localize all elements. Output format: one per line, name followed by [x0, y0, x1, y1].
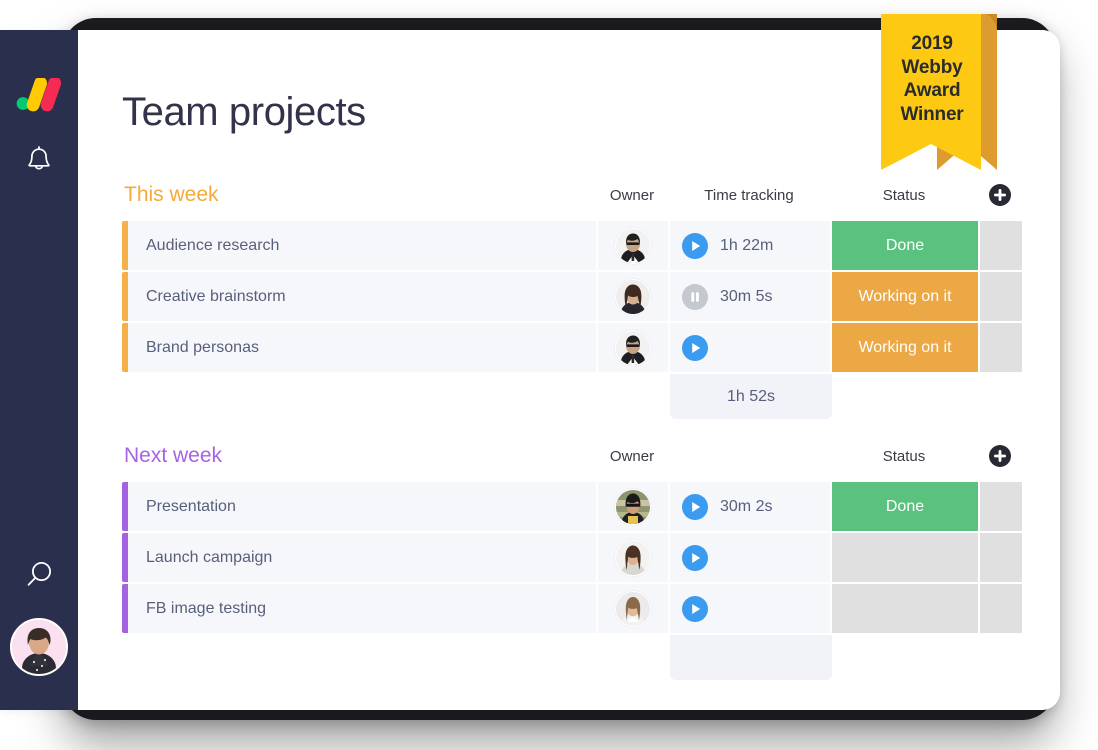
- row-extra-cell[interactable]: [980, 533, 1022, 582]
- table-row[interactable]: Audience research: [122, 221, 1022, 270]
- row-extra-cell[interactable]: [980, 323, 1022, 372]
- badge-line-winner: Winner: [877, 103, 987, 127]
- group-title-this-week[interactable]: This week: [122, 183, 596, 207]
- search-icon[interactable]: [22, 558, 56, 592]
- row-extra-cell[interactable]: [980, 584, 1022, 633]
- row-extra-cell[interactable]: [980, 482, 1022, 531]
- column-header-owner[interactable]: Owner: [596, 448, 668, 465]
- row-name-cell[interactable]: Creative brainstorm: [128, 272, 598, 321]
- row-time-value: 30m 5s: [720, 288, 772, 306]
- monday-logo-icon[interactable]: [16, 78, 62, 112]
- table-row[interactable]: Creative brainstorm: [122, 272, 1022, 321]
- notifications-bell-icon[interactable]: [22, 144, 56, 178]
- status-badge[interactable]: [832, 584, 980, 633]
- row-owner-cell[interactable]: [598, 323, 670, 372]
- group-title-next-week[interactable]: Next week: [122, 444, 596, 468]
- row-owner-cell[interactable]: [598, 272, 670, 321]
- badge-line-webby: Webby: [877, 56, 987, 80]
- row-time-cell[interactable]: [670, 533, 832, 582]
- row-name-cell[interactable]: Launch campaign: [128, 533, 598, 582]
- avatar[interactable]: [615, 591, 651, 627]
- column-header-status[interactable]: Status: [830, 448, 978, 465]
- table-row[interactable]: Presentation: [122, 482, 1022, 531]
- row-owner-cell[interactable]: [598, 221, 670, 270]
- group-summary-row: 1h 52s: [122, 374, 1022, 419]
- play-icon[interactable]: [682, 233, 708, 259]
- summary-rest-spacer: [832, 374, 1022, 419]
- row-time-value: 1h 22m: [720, 237, 773, 255]
- table-row[interactable]: Brand personas: [122, 323, 1022, 372]
- avatar[interactable]: [615, 279, 651, 315]
- row-time-cell[interactable]: [670, 584, 832, 633]
- left-sidebar: [0, 30, 78, 710]
- column-header-time-tracking[interactable]: Time tracking: [668, 187, 830, 204]
- avatar[interactable]: [615, 540, 651, 576]
- board-group-next-week: Next week Owner Status: [122, 439, 1022, 680]
- row-name-cell[interactable]: Brand personas: [128, 323, 598, 372]
- status-badge[interactable]: Done: [832, 482, 980, 531]
- play-icon[interactable]: [682, 545, 708, 571]
- column-header-status[interactable]: Status: [830, 187, 978, 204]
- group-header-row: This week Owner Time tracking Status: [122, 178, 1022, 212]
- webby-badge-text: 2019 Webby Award Winner: [877, 32, 987, 126]
- badge-line-year: 2019: [877, 32, 987, 56]
- avatar[interactable]: [615, 228, 651, 264]
- row-name-cell[interactable]: FB image testing: [128, 584, 598, 633]
- table-row[interactable]: FB image testing: [122, 584, 1022, 633]
- avatar[interactable]: [615, 330, 651, 366]
- board-group-this-week: This week Owner Time tracking Status: [122, 178, 1022, 419]
- time-total: [670, 635, 832, 680]
- badge-line-award: Award: [877, 79, 987, 103]
- time-total: 1h 52s: [670, 374, 832, 419]
- group-summary-row: [122, 635, 1022, 680]
- row-extra-cell[interactable]: [980, 221, 1022, 270]
- summary-owner-spacer: [598, 374, 670, 419]
- add-column-icon[interactable]: [989, 184, 1011, 206]
- status-badge[interactable]: [832, 533, 980, 582]
- play-icon[interactable]: [682, 494, 708, 520]
- row-name-cell[interactable]: Audience research: [128, 221, 598, 270]
- table-row[interactable]: Launch campaign: [122, 533, 1022, 582]
- row-time-value: 30m 2s: [720, 498, 772, 516]
- screenshot-root: Team projects This week Owner Time track…: [0, 0, 1098, 750]
- row-time-cell[interactable]: 30m 5s: [670, 272, 832, 321]
- group-header-row: Next week Owner Status: [122, 439, 1022, 473]
- avatar[interactable]: [10, 618, 68, 676]
- add-column-button[interactable]: [978, 184, 1022, 206]
- status-badge[interactable]: Working on it: [832, 272, 980, 321]
- status-badge[interactable]: Working on it: [832, 323, 980, 372]
- row-owner-cell[interactable]: [598, 584, 670, 633]
- add-column-icon[interactable]: [989, 445, 1011, 467]
- summary-spacer: [122, 635, 598, 680]
- avatar[interactable]: [615, 489, 651, 525]
- row-name-cell[interactable]: Presentation: [128, 482, 598, 531]
- row-time-cell[interactable]: [670, 323, 832, 372]
- play-icon[interactable]: [682, 596, 708, 622]
- row-owner-cell[interactable]: [598, 533, 670, 582]
- summary-spacer: [122, 374, 598, 419]
- row-time-cell[interactable]: 30m 2s: [670, 482, 832, 531]
- summary-owner-spacer: [598, 635, 670, 680]
- sidebar-bottom-group: [0, 558, 78, 676]
- summary-rest-spacer: [832, 635, 1022, 680]
- play-icon[interactable]: [682, 335, 708, 361]
- column-header-owner[interactable]: Owner: [596, 187, 668, 204]
- pause-icon[interactable]: [682, 284, 708, 310]
- webby-award-badge: 2019 Webby Award Winner: [877, 10, 997, 170]
- row-extra-cell[interactable]: [980, 272, 1022, 321]
- row-owner-cell[interactable]: [598, 482, 670, 531]
- row-time-cell[interactable]: 1h 22m: [670, 221, 832, 270]
- add-column-button[interactable]: [978, 445, 1022, 467]
- status-badge[interactable]: Done: [832, 221, 980, 270]
